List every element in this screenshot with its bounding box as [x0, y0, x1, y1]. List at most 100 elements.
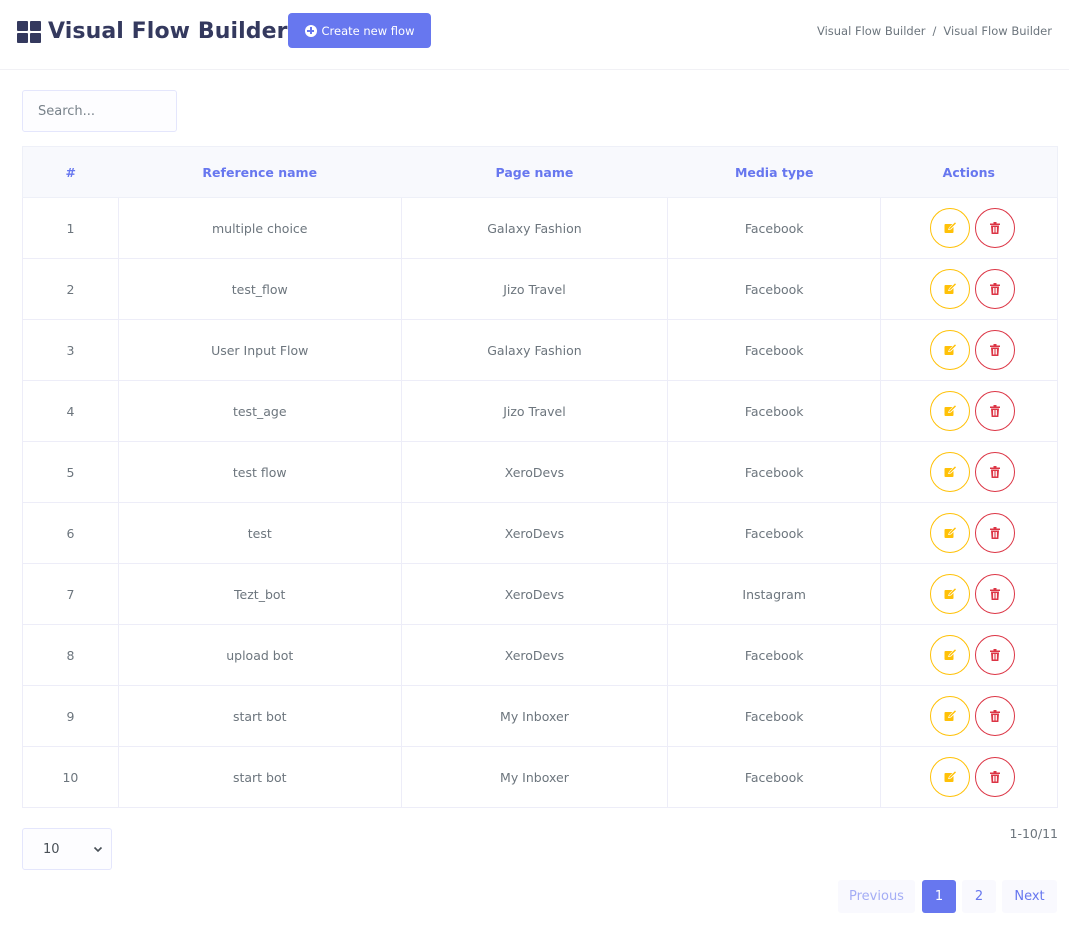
column-header-media-type[interactable]: Media type	[667, 146, 881, 198]
row-actions	[888, 696, 1057, 736]
cell-actions	[880, 746, 1058, 808]
delete-button[interactable]	[975, 208, 1016, 248]
cell-page-name: XeroDevs	[400, 441, 669, 503]
cell-page-name: Jizo Travel	[400, 258, 669, 320]
delete-button[interactable]	[975, 635, 1016, 675]
breadcrumb-separator: /	[932, 24, 937, 38]
cell-number: 6	[22, 502, 119, 564]
delete-button[interactable]	[975, 269, 1016, 309]
table-row: 10 start bot My Inboxer Facebook	[22, 746, 1058, 808]
delete-button[interactable]	[975, 757, 1016, 797]
cell-number: 2	[22, 258, 119, 320]
cell-actions	[880, 685, 1058, 747]
edit-icon	[944, 771, 957, 782]
delete-button[interactable]	[975, 330, 1016, 370]
delete-button[interactable]	[975, 391, 1016, 431]
edit-button[interactable]	[930, 330, 971, 370]
next-page-button[interactable]: Next	[1002, 880, 1057, 913]
breadcrumb-item[interactable]: Visual Flow Builder	[817, 24, 926, 38]
page-1-button[interactable]: 1	[922, 880, 956, 913]
table-row: 6 test XeroDevs Facebook	[22, 502, 1058, 564]
edit-button[interactable]	[930, 452, 971, 492]
column-header-page-name[interactable]: Page name	[401, 146, 668, 198]
cell-media-type: Facebook	[667, 624, 882, 686]
row-actions	[888, 330, 1057, 370]
cell-actions	[880, 502, 1058, 564]
cell-reference-name: multiple choice	[117, 197, 402, 259]
table-row: 7 Tezt_bot XeroDevs Instagram	[22, 563, 1058, 625]
trash-icon	[990, 222, 1001, 234]
edit-icon	[944, 344, 957, 355]
table-row: 1 multiple choice Galaxy Fashion Facebook	[22, 197, 1058, 259]
per-page-value: 10	[43, 841, 60, 857]
trash-icon	[990, 405, 1001, 417]
row-actions	[888, 208, 1057, 248]
row-actions	[888, 513, 1057, 553]
edit-button[interactable]	[930, 574, 971, 614]
cell-media-type: Facebook	[667, 685, 882, 747]
cell-reference-name: User Input Flow	[117, 319, 402, 381]
cell-number: 5	[22, 441, 119, 503]
table-row: 5 test flow XeroDevs Facebook	[22, 441, 1058, 503]
cell-actions	[880, 563, 1058, 625]
create-new-flow-label: Create new flow	[321, 23, 415, 38]
flows-table: # Reference name Page name Media type Ac…	[22, 146, 1058, 808]
cell-reference-name: test_age	[117, 380, 402, 442]
cell-number: 3	[22, 319, 119, 381]
trash-icon	[990, 649, 1001, 661]
delete-button[interactable]	[975, 513, 1016, 553]
cell-media-type: Instagram	[667, 563, 882, 625]
edit-button[interactable]	[930, 635, 971, 675]
cell-number: 7	[22, 563, 119, 625]
edit-button[interactable]	[930, 208, 971, 248]
delete-button[interactable]	[975, 452, 1016, 492]
cell-page-name: Galaxy Fashion	[400, 197, 669, 259]
edit-icon	[944, 588, 957, 599]
chevron-down-icon	[93, 846, 103, 853]
delete-button[interactable]	[975, 696, 1016, 736]
edit-button[interactable]	[930, 269, 971, 309]
cell-media-type: Facebook	[667, 502, 882, 564]
row-actions	[888, 635, 1057, 675]
delete-button[interactable]	[975, 574, 1016, 614]
cell-reference-name: Tezt_bot	[117, 563, 402, 625]
table-row: 8 upload bot XeroDevs Facebook	[22, 624, 1058, 686]
column-header-reference-name[interactable]: Reference name	[118, 146, 402, 198]
cell-number: 8	[22, 624, 119, 686]
edit-icon	[944, 222, 957, 233]
trash-icon	[990, 710, 1001, 722]
edit-button[interactable]	[930, 513, 971, 553]
cell-media-type: Facebook	[667, 258, 882, 320]
create-new-flow-button[interactable]: Create new flow	[288, 13, 431, 48]
record-count: 1-10/11	[1009, 826, 1059, 841]
cell-reference-name: start bot	[117, 746, 402, 808]
cell-actions	[880, 380, 1058, 442]
trash-icon	[990, 466, 1001, 478]
edit-icon	[944, 466, 957, 477]
cell-media-type: Facebook	[667, 441, 882, 503]
row-actions	[888, 574, 1057, 614]
row-actions	[888, 269, 1057, 309]
cell-reference-name: test	[117, 502, 402, 564]
search-input[interactable]	[22, 90, 177, 132]
edit-button[interactable]	[930, 757, 971, 797]
edit-icon	[944, 405, 957, 416]
cell-reference-name: start bot	[117, 685, 402, 747]
edit-button[interactable]	[930, 391, 971, 431]
cell-page-name: Jizo Travel	[400, 380, 669, 442]
cell-number: 1	[22, 197, 119, 259]
page-2-button[interactable]: 2	[962, 880, 996, 913]
table-row: 2 test_flow Jizo Travel Facebook	[22, 258, 1058, 320]
column-header-actions: Actions	[880, 146, 1058, 198]
cell-number: 9	[22, 685, 119, 747]
cell-reference-name: test_flow	[117, 258, 402, 320]
previous-page-button[interactable]: Previous	[838, 880, 915, 913]
cell-page-name: My Inboxer	[400, 685, 669, 747]
edit-icon	[944, 527, 957, 538]
breadcrumb-item: Visual Flow Builder	[943, 24, 1052, 38]
column-header-number[interactable]: #	[22, 146, 119, 198]
per-page-select[interactable]: 10	[22, 828, 112, 870]
cell-page-name: XeroDevs	[400, 624, 669, 686]
trash-icon	[990, 283, 1001, 295]
edit-button[interactable]	[930, 696, 971, 736]
